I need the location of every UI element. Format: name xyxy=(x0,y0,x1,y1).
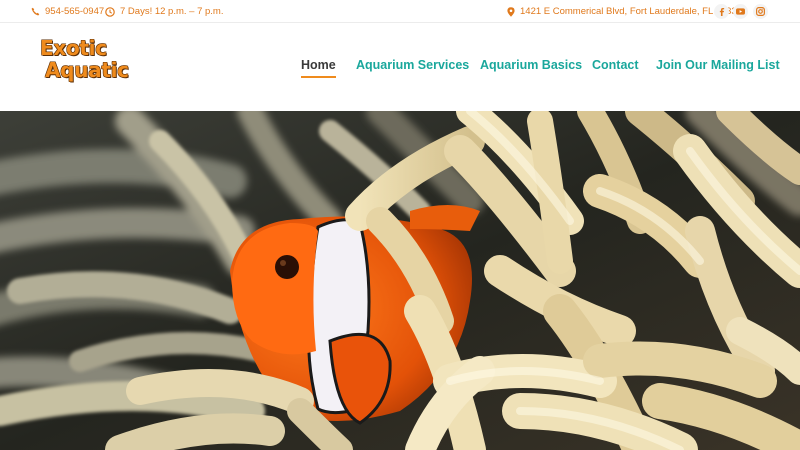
site-header: Exotic Aquatic Home Aquarium Services Aq… xyxy=(0,23,800,111)
phone-number: 954-565-0947 xyxy=(45,6,105,17)
address-contact[interactable]: 1421 E Commerical Blvd, Fort Lauderdale,… xyxy=(507,0,742,23)
clock-icon xyxy=(105,6,115,17)
nav-contact[interactable]: Contact xyxy=(592,58,639,78)
logo-text-line-2: Aquatic xyxy=(45,58,129,82)
facebook-link[interactable] xyxy=(714,4,729,19)
logo-text-line-1: Exotic xyxy=(40,36,107,60)
hours-text: 7 Days! 12 p.m. – 7 p.m. xyxy=(120,6,224,17)
site-logo[interactable]: Exotic Aquatic xyxy=(39,37,149,83)
business-hours: 7 Days! 12 p.m. – 7 p.m. xyxy=(105,0,224,23)
nav-home[interactable]: Home xyxy=(301,58,336,78)
nav-aquarium-basics[interactable]: Aquarium Basics xyxy=(480,58,582,78)
hero-banner xyxy=(0,111,800,450)
address-text: 1421 E Commerical Blvd, Fort Lauderdale,… xyxy=(520,6,742,17)
instagram-link[interactable] xyxy=(753,4,768,19)
phone-contact[interactable]: 954-565-0947 xyxy=(31,0,104,23)
youtube-icon xyxy=(736,8,745,15)
instagram-icon xyxy=(756,7,765,16)
nav-aquarium-services[interactable]: Aquarium Services xyxy=(356,58,469,78)
youtube-link[interactable] xyxy=(733,4,748,19)
facebook-icon xyxy=(719,7,724,16)
nav-mailing-list[interactable]: Join Our Mailing List xyxy=(656,58,780,78)
clownfish-in-anemone-image xyxy=(0,111,800,450)
phone-icon xyxy=(31,7,40,16)
top-info-bar: 954-565-0947 7 Days! 12 p.m. – 7 p.m. 14… xyxy=(0,0,800,23)
map-pin-icon xyxy=(507,6,515,17)
